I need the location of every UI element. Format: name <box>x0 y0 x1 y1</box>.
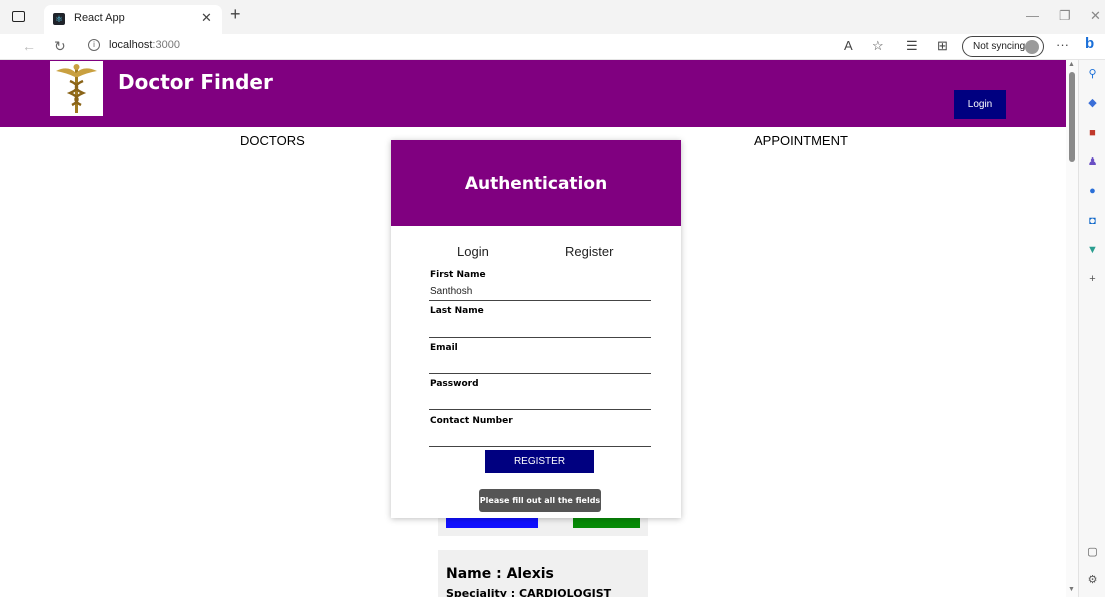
password-label: Password <box>430 379 479 389</box>
doctor-speciality: Speciality : CARDIOLOGIST <box>446 587 612 597</box>
site-title: Doctor Finder <box>118 70 273 94</box>
address-bar: ← ↻ i localhost:3000 A ☆ ☰ ⊞ Not syncing… <box>0 34 1105 60</box>
split-screen-icon[interactable]: ▢ <box>1086 546 1099 559</box>
last-name-field[interactable] <box>429 320 651 338</box>
nav-appointment[interactable]: APPOINTMENT <box>754 133 848 148</box>
tab-actions-icon[interactable] <box>12 11 25 22</box>
validation-tooltip: Please fill out all the fields <box>479 489 601 512</box>
profile-sync-button[interactable]: Not syncing <box>962 36 1044 57</box>
scroll-thumb[interactable] <box>1069 72 1075 162</box>
shopping-tag-icon[interactable]: ◆ <box>1086 97 1099 110</box>
browser-tab[interactable]: ⚛ React App ✕ <box>44 5 222 34</box>
tab-close-icon[interactable]: ✕ <box>201 10 212 26</box>
caduceus-logo <box>50 61 103 116</box>
avatar <box>1025 40 1039 54</box>
back-icon[interactable]: ← <box>22 38 36 54</box>
tab-title: React App <box>74 12 125 24</box>
microsoft365-icon[interactable]: ● <box>1086 185 1099 198</box>
add-sidebar-icon[interactable]: + <box>1086 273 1099 286</box>
react-favicon-icon: ⚛ <box>53 13 65 25</box>
read-aloud-icon[interactable]: A <box>844 38 853 53</box>
refresh-icon[interactable]: ↻ <box>54 38 66 55</box>
doctor-name: Name : Alexis <box>446 566 554 582</box>
contact-number-label: Contact Number <box>430 416 513 426</box>
page-scrollbar[interactable]: ▲ ▼ <box>1066 60 1078 597</box>
restore-icon[interactable]: ❐ <box>1059 8 1071 24</box>
modal-header: Authentication <box>391 140 681 226</box>
url-port: :3000 <box>152 39 180 51</box>
more-icon[interactable]: ··· <box>1056 37 1069 52</box>
favorites-icon[interactable]: ☰ <box>906 38 918 54</box>
first-name-field[interactable] <box>429 283 651 301</box>
outlook-icon[interactable]: ◘ <box>1086 215 1099 228</box>
last-name-label: Last Name <box>430 306 484 316</box>
bing-copilot-icon[interactable]: b <box>1085 35 1105 58</box>
email-field[interactable] <box>429 356 651 374</box>
close-window-icon[interactable]: ✕ <box>1090 8 1101 24</box>
tab-register[interactable]: Register <box>565 244 613 259</box>
modal-title: Authentication <box>464 174 608 194</box>
page-viewport: Doctor Finder Login DOCTORS APPOINTMENT … <box>0 60 1066 597</box>
search-icon[interactable]: ⚲ <box>1086 68 1099 81</box>
add-favorite-icon[interactable]: ☆ <box>872 38 884 54</box>
new-tab-icon[interactable]: + <box>230 4 241 25</box>
email-label: Email <box>430 343 458 353</box>
site-info-icon[interactable]: i <box>88 39 100 51</box>
url-field[interactable]: localhost:3000 <box>109 39 180 51</box>
contact-number-field[interactable] <box>429 429 651 447</box>
sync-label: Not syncing <box>973 41 1026 52</box>
scroll-down-icon[interactable]: ▼ <box>1068 586 1075 593</box>
url-host: localhost <box>109 39 153 51</box>
auth-modal: Authentication Login Register First Name… <box>391 140 681 518</box>
site-header: Doctor Finder Login <box>0 60 1066 127</box>
password-field[interactable] <box>429 392 651 410</box>
minimize-icon[interactable]: — <box>1026 8 1039 23</box>
collections-icon[interactable]: ⊞ <box>937 38 948 54</box>
tools-icon[interactable]: ■ <box>1086 127 1099 140</box>
first-name-label: First Name <box>430 270 486 280</box>
register-button[interactable]: REGISTER <box>485 450 594 473</box>
games-icon[interactable]: ♟ <box>1086 156 1099 169</box>
nav-doctors[interactable]: DOCTORS <box>240 133 305 148</box>
tab-login[interactable]: Login <box>457 244 489 259</box>
doctor-card: Name : Alexis Speciality : CARDIOLOGIST <box>438 550 648 597</box>
header-login-button[interactable]: Login <box>954 90 1006 119</box>
edge-sidebar: ⚲ ◆ ■ ♟ ● ◘ ▼ + ▢ ⚙ <box>1078 60 1105 597</box>
drop-icon[interactable]: ▼ <box>1086 244 1099 257</box>
browser-tabstrip: ⚛ React App ✕ + — ❐ ✕ <box>0 0 1105 34</box>
scroll-up-icon[interactable]: ▲ <box>1068 61 1075 68</box>
settings-icon[interactable]: ⚙ <box>1086 574 1099 587</box>
